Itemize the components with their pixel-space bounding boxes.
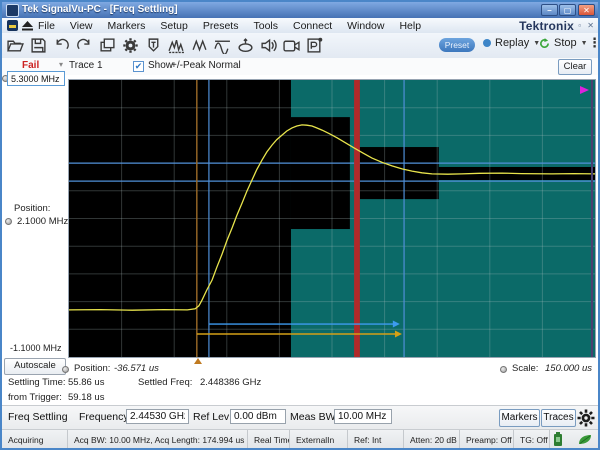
status-item-tg: TG: Off	[514, 430, 550, 448]
ref-lev-label: Ref Lev	[193, 411, 230, 423]
h-position-label: Position:	[74, 363, 111, 374]
meas-bw-label: Meas BW	[290, 411, 336, 423]
open-icon[interactable]	[6, 36, 25, 55]
app-icon	[6, 4, 19, 17]
graph-area: 5.3000 MHz Position: 2.1000 MHz -1.1000 …	[2, 71, 598, 405]
traces-button[interactable]: Traces	[541, 409, 576, 427]
menu-item-tools[interactable]: Tools	[253, 20, 278, 32]
leaf-icon	[579, 435, 591, 444]
from-trigger-value: 59.18 us	[68, 392, 105, 403]
status-item-acq-bw: Acq BW: 10.00 MHz, Acq Length: 174.994 u…	[68, 430, 248, 448]
pass-fail-status: Fail	[22, 60, 40, 71]
marker-icon[interactable]	[144, 36, 163, 55]
horizontal-axis-row: Position: -36.571 us Scale: 150.000 us	[2, 363, 598, 376]
vertical-position-knob-icon[interactable]	[5, 218, 12, 225]
vertical-position-value[interactable]: 2.1000 MHz	[17, 216, 68, 227]
settled-freq-label: Settled Freq:	[138, 377, 193, 388]
trace-selector[interactable]: Trace 1	[69, 60, 103, 71]
toolbar: Preset Replay ▼ Stop ▼ ⋮	[2, 33, 598, 59]
h-position-knob-icon[interactable]	[62, 366, 69, 373]
menu-item-help[interactable]: Help	[399, 20, 421, 32]
menu-bar: File View Markers Setup Presets Tools Connect W…	[2, 18, 598, 34]
markers-button[interactable]: Markers	[499, 409, 540, 427]
settling-time-label: Settling Time:	[8, 377, 66, 388]
stop-button[interactable]: Stop ▼	[539, 37, 588, 49]
stop-icon	[540, 37, 549, 48]
close-button[interactable]: ✕	[578, 4, 595, 16]
status-item-ref: Ref: Int	[348, 430, 404, 448]
camera-icon[interactable]	[282, 36, 301, 55]
bottom-axis-value: -1.1000 MHz	[10, 343, 62, 353]
displays-icon[interactable]	[98, 36, 117, 55]
audio-icon[interactable]	[259, 36, 278, 55]
trace-dropdown-icon[interactable]: ▾	[59, 60, 63, 69]
ref-lev-input[interactable]	[230, 409, 286, 424]
replay-icon	[483, 39, 491, 47]
settling-chart-container[interactable]	[68, 79, 596, 358]
undo-icon[interactable]	[52, 36, 71, 55]
status-item-real-time: Real Time	[248, 430, 290, 448]
title-bar: Tek SignalVu-PC - [Freq Settling] – ▢ ✕	[2, 2, 598, 18]
tektronix-logo: Tektronix	[519, 19, 574, 33]
maximize-button[interactable]: ▢	[559, 4, 576, 16]
save-icon[interactable]	[29, 36, 48, 55]
window-title: Tek SignalVu-PC - [Freq Settling]	[22, 4, 178, 15]
stop-label: Stop	[554, 37, 577, 49]
detection-mode-label: +/-Peak Normal	[171, 60, 241, 71]
show-label: Show	[148, 60, 174, 71]
stop-dropdown-icon[interactable]: ▼	[581, 40, 588, 47]
mdi-child-icon[interactable]	[7, 20, 18, 31]
replay-button[interactable]: Replay ▼	[483, 37, 540, 49]
status-item-preamp: Preamp: Off	[460, 430, 514, 448]
mdi-window-buttons[interactable]: – ▫ ✕	[568, 21, 596, 30]
clear-button[interactable]: Clear	[558, 59, 592, 75]
settling-time-value: 55.86 us	[68, 377, 105, 388]
redo-icon[interactable]	[75, 36, 94, 55]
menu-items: File View Markers Setup Presets Tools Connect W…	[38, 18, 421, 33]
measurement-mode-label: Freq Settling	[8, 411, 68, 423]
menu-item-view[interactable]: View	[70, 20, 93, 32]
status-item-externalin: ExternalIn	[290, 430, 348, 448]
settling-chart[interactable]	[69, 80, 595, 357]
status-item-atten: Atten: 20 dB	[404, 430, 460, 448]
waveform-icon[interactable]	[213, 36, 232, 55]
measurement-control-bar: Freq Settling Frequency Ref Lev Meas BW …	[2, 405, 598, 430]
toolbar-overflow-icon[interactable]: ⋮	[588, 35, 598, 51]
menu-item-markers[interactable]: Markers	[108, 20, 146, 32]
meas-bw-input[interactable]	[334, 409, 392, 424]
battery-icon	[554, 432, 562, 446]
touch-icon[interactable]	[236, 36, 255, 55]
menu-item-setup[interactable]: Setup	[160, 20, 187, 32]
top-axis-value[interactable]: 5.3000 MHz	[7, 71, 65, 86]
show-checkbox[interactable]: ✔	[133, 61, 144, 72]
frequency-label: Frequency	[79, 411, 129, 423]
status-bar: Acquiring Acq BW: 10.00 MHz, Acq Length: …	[2, 429, 598, 448]
h-position-value[interactable]: -36.571 us	[114, 363, 159, 374]
menu-item-connect[interactable]: Connect	[293, 20, 332, 32]
frequency-input[interactable]	[126, 409, 189, 424]
preset-button[interactable]: Preset	[439, 38, 475, 52]
replay-label: Replay	[495, 37, 530, 49]
menu-item-window[interactable]: Window	[347, 20, 384, 32]
trace-icon[interactable]	[190, 36, 209, 55]
vertical-position-label: Position:	[14, 203, 51, 214]
h-scale-value[interactable]: 150.000 us	[545, 363, 592, 374]
menu-item-file[interactable]: File	[38, 20, 55, 32]
spectrum-icon[interactable]	[167, 36, 186, 55]
h-scale-knob-icon[interactable]	[500, 366, 507, 373]
settings-button-gear-icon[interactable]	[576, 408, 596, 428]
trace-settings-bar: Fail ▾ Trace 1 ✔ Show +/-Peak Normal Cle…	[2, 58, 598, 75]
settled-freq-value: 2.448386 GHz	[200, 377, 262, 388]
signalvu-window: Tek SignalVu-PC - [Freq Settling] – ▢ ✕ …	[0, 0, 600, 450]
status-item-acquiring: Acquiring	[2, 430, 68, 448]
eject-icon[interactable]	[22, 21, 33, 31]
menu-item-presets[interactable]: Presets	[203, 20, 239, 32]
minimize-button[interactable]: –	[541, 4, 558, 16]
from-trigger-label: from Trigger:	[8, 392, 62, 403]
h-scale-label: Scale:	[512, 363, 539, 374]
preset-plus-icon[interactable]	[305, 36, 324, 55]
settings-gear-icon[interactable]	[121, 36, 140, 55]
